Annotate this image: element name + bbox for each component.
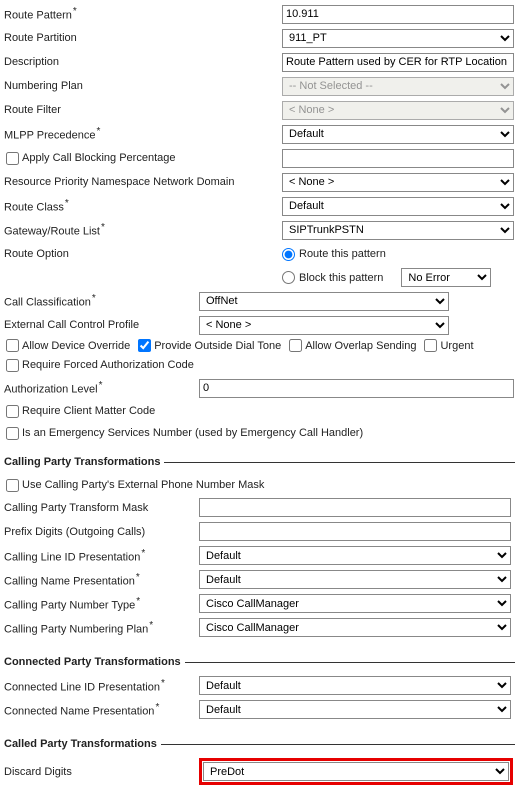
calling-party-legend: Calling Party Transformations xyxy=(4,456,164,468)
numbering-plan-label: Numbering Plan xyxy=(4,80,83,92)
discard-digits-label: Discard Digits xyxy=(4,766,72,778)
allow-overlap-sending-checkbox[interactable] xyxy=(289,339,302,352)
calling-party-section: Calling Party Transformations Use Callin… xyxy=(4,456,515,642)
calling-numbering-plan-label: Calling Party Numbering Plan xyxy=(4,623,148,635)
required-asterisk: * xyxy=(136,596,140,607)
required-asterisk: * xyxy=(92,293,96,304)
connected-line-presentation-select[interactable]: Default xyxy=(199,676,511,695)
call-classification-label: Call Classification xyxy=(4,297,91,309)
ext-profile-select[interactable]: < None > xyxy=(199,316,449,335)
route-filter-label: Route Filter xyxy=(4,104,61,116)
call-classification-select[interactable]: OffNet xyxy=(199,292,449,311)
required-asterisk: * xyxy=(155,702,159,713)
required-asterisk: * xyxy=(149,620,153,631)
apply-call-blocking-checkbox[interactable] xyxy=(6,152,19,165)
allow-device-override-label: Allow Device Override xyxy=(22,340,130,352)
route-this-pattern-radio[interactable] xyxy=(282,248,295,261)
required-asterisk: * xyxy=(136,572,140,583)
clid-presentation-label: Calling Line ID Presentation xyxy=(4,551,140,563)
calling-name-presentation-label: Calling Name Presentation xyxy=(4,575,135,587)
route-class-select[interactable]: Default xyxy=(282,197,514,216)
require-cmc-checkbox[interactable] xyxy=(6,405,19,418)
calling-name-presentation-select[interactable]: Default xyxy=(199,570,511,589)
transform-mask-label: Calling Party Transform Mask xyxy=(4,502,148,514)
required-asterisk: * xyxy=(101,222,105,233)
calling-number-type-select[interactable]: Cisco CallManager xyxy=(199,594,511,613)
route-filter-select: < None > xyxy=(282,101,514,120)
calling-number-type-label: Calling Party Number Type xyxy=(4,599,135,611)
required-asterisk: * xyxy=(73,6,77,17)
called-party-legend: Called Party Transformations xyxy=(4,738,161,750)
transform-mask-input[interactable] xyxy=(199,498,511,517)
require-cmc-label: Require Client Matter Code xyxy=(22,405,155,417)
auth-level-label: Authorization Level xyxy=(4,384,98,396)
connected-name-presentation-label: Connected Name Presentation xyxy=(4,705,154,717)
required-asterisk: * xyxy=(99,380,103,391)
route-partition-label: Route Partition xyxy=(4,32,77,44)
calling-numbering-plan-select[interactable]: Cisco CallManager xyxy=(199,618,511,637)
apply-call-blocking-input xyxy=(282,149,514,168)
required-asterisk: * xyxy=(97,126,101,137)
discard-digits-select[interactable]: PreDot xyxy=(203,762,509,781)
apply-call-blocking-label: Apply Call Blocking Percentage xyxy=(22,152,175,164)
required-asterisk: * xyxy=(161,678,165,689)
allow-device-override-checkbox[interactable] xyxy=(6,339,19,352)
urgent-label: Urgent xyxy=(440,340,473,352)
connected-name-presentation-select[interactable]: Default xyxy=(199,700,511,719)
is-emergency-label: Is an Emergency Services Number (used by… xyxy=(22,427,363,439)
route-option-label: Route Option xyxy=(4,248,69,260)
called-party-section: Called Party Transformations Discard Dig… xyxy=(4,738,515,790)
required-asterisk: * xyxy=(65,198,69,209)
prefix-digits-input[interactable] xyxy=(199,522,511,541)
use-external-mask-label: Use Calling Party's External Phone Numbe… xyxy=(22,479,264,491)
description-label: Description xyxy=(4,56,59,68)
block-error-select[interactable]: No Error xyxy=(401,268,491,287)
route-this-pattern-label: Route this pattern xyxy=(299,248,386,260)
require-forced-auth-label: Require Forced Authorization Code xyxy=(22,359,194,371)
clid-presentation-select[interactable]: Default xyxy=(199,546,511,565)
ext-profile-label: External Call Control Profile xyxy=(4,319,139,331)
use-external-mask-checkbox[interactable] xyxy=(6,479,19,492)
auth-level-input[interactable] xyxy=(199,379,514,398)
rp-namespace-label: Resource Priority Namespace Network Doma… xyxy=(4,176,234,188)
require-forced-auth-checkbox[interactable] xyxy=(6,359,19,372)
block-this-pattern-label: Block this pattern xyxy=(299,272,383,284)
provide-outside-dial-tone-label: Provide Outside Dial Tone xyxy=(154,340,281,352)
required-asterisk: * xyxy=(141,548,145,559)
description-input[interactable] xyxy=(282,53,514,72)
urgent-checkbox[interactable] xyxy=(424,339,437,352)
gateway-select[interactable]: SIPTrunkPSTN xyxy=(282,221,514,240)
mlpp-label: MLPP Precedence xyxy=(4,130,96,142)
discard-digits-highlight: PreDot xyxy=(199,758,513,785)
mlpp-select[interactable]: Default xyxy=(282,125,514,144)
connected-party-section: Connected Party Transformations Connecte… xyxy=(4,656,515,724)
route-pattern-input[interactable] xyxy=(282,5,514,24)
route-class-label: Route Class xyxy=(4,202,64,214)
gateway-label: Gateway/Route List xyxy=(4,226,100,238)
provide-outside-dial-tone-checkbox[interactable] xyxy=(138,339,151,352)
block-this-pattern-radio[interactable] xyxy=(282,271,295,284)
route-pattern-label: Route Pattern xyxy=(4,10,72,22)
connected-line-presentation-label: Connected Line ID Presentation xyxy=(4,681,160,693)
numbering-plan-select: -- Not Selected -- xyxy=(282,77,514,96)
rp-namespace-select[interactable]: < None > xyxy=(282,173,514,192)
route-partition-select[interactable]: 911_PT xyxy=(282,29,514,48)
prefix-digits-label: Prefix Digits (Outgoing Calls) xyxy=(4,526,145,538)
is-emergency-checkbox[interactable] xyxy=(6,427,19,440)
connected-party-legend: Connected Party Transformations xyxy=(4,656,185,668)
allow-overlap-sending-label: Allow Overlap Sending xyxy=(305,340,416,352)
